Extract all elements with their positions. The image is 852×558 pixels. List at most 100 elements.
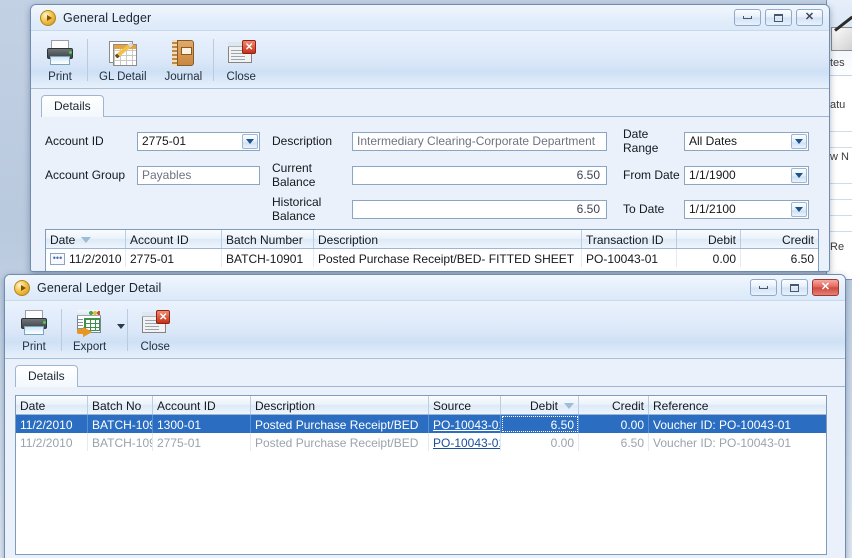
export-split-button[interactable]: Export <box>64 306 126 355</box>
cell-batch-no[interactable]: BATCH-109 <box>88 433 153 451</box>
general-ledger-window[interactable]: General Ledger ✕ Print GL Detail Journal… <box>30 4 830 272</box>
table-row[interactable]: 11/2/2010 BATCH-109 2775-01 Posted Purch… <box>16 433 826 451</box>
general-ledger-grid[interactable]: Date Account ID Batch Number Description… <box>45 229 819 271</box>
cell-date[interactable]: 11/2/2010 <box>16 415 88 433</box>
column-header-date[interactable]: Date <box>46 230 126 248</box>
general-ledger-detail-window[interactable]: General Ledger Detail ✕ Print Export ✕ C… <box>4 274 846 558</box>
general-ledger-titlebar[interactable]: General Ledger ✕ <box>31 5 829 31</box>
close-toolbar-button[interactable]: ✕ Close <box>216 36 266 85</box>
account-group-label: Account Group <box>45 168 126 182</box>
minimize-icon <box>743 16 752 19</box>
cell-description[interactable]: Posted Purchase Receipt/BED <box>251 433 429 451</box>
cell-account-id[interactable]: 2775-01 <box>153 433 251 451</box>
export-grid-icon <box>74 308 106 338</box>
chevron-down-icon[interactable] <box>791 133 807 149</box>
close-icon: ✕ <box>820 281 831 293</box>
historical-balance-field[interactable]: 6.50 <box>352 199 607 219</box>
column-header-credit[interactable]: Credit <box>579 396 649 414</box>
column-header-account-id[interactable]: Account ID <box>153 396 251 414</box>
cell-transaction-id[interactable]: PO-10043-01 <box>582 249 677 267</box>
column-header-date[interactable]: Date <box>16 396 88 414</box>
to-date-value: 1/1/2100 <box>689 202 736 216</box>
close-button[interactable]: ✕ <box>812 279 839 296</box>
source-link[interactable]: PO-10043-01 <box>433 436 500 450</box>
general-ledger-detail-caption-buttons[interactable]: ✕ <box>750 279 839 296</box>
table-row[interactable]: ••• 11/2/2010 2775-01 BATCH-10901 Posted… <box>46 249 818 267</box>
cell-credit[interactable]: 6.50 <box>741 249 818 267</box>
to-date-label: To Date <box>623 202 665 216</box>
cell-description[interactable]: Posted Purchase Receipt/BED <box>251 415 429 433</box>
print-button[interactable]: Print <box>9 306 59 355</box>
cell-reference[interactable]: Voucher ID: PO-10043-01 <box>649 415 826 433</box>
column-header-credit[interactable]: Credit <box>741 230 818 248</box>
cell-batch-number[interactable]: BATCH-10901 <box>222 249 314 267</box>
general-ledger-caption-buttons[interactable]: ✕ <box>734 9 823 26</box>
detail-grid-empty-area <box>16 451 826 554</box>
chevron-down-icon[interactable] <box>791 201 807 217</box>
print-button[interactable]: Print <box>35 36 85 85</box>
column-header-account-id[interactable]: Account ID <box>126 230 222 248</box>
cell-batch-no[interactable]: BATCH-109 <box>88 415 153 433</box>
current-balance-field[interactable]: 6.50 <box>352 165 607 185</box>
chevron-down-icon[interactable] <box>791 167 807 183</box>
tab-details[interactable]: Details <box>15 365 78 387</box>
window-close-icon: ✕ <box>225 38 257 68</box>
column-header-batch-number[interactable]: Batch Number <box>222 230 314 248</box>
gl-detail-button[interactable]: GL Detail <box>90 36 156 85</box>
maximize-button[interactable] <box>765 9 792 26</box>
tab-details[interactable]: Details <box>41 95 104 117</box>
general-ledger-detail-grid[interactable]: Date Batch No Account ID Description Sou… <box>15 395 827 555</box>
cell-date[interactable]: ••• 11/2/2010 <box>46 249 126 267</box>
column-header-reference[interactable]: Reference <box>649 396 826 414</box>
close-button[interactable]: ✕ <box>796 9 823 26</box>
cell-account-id[interactable]: 1300-01 <box>153 415 251 433</box>
column-header-source[interactable]: Source <box>429 396 501 414</box>
print-button-label: Print <box>22 341 46 353</box>
description-field[interactable]: Intermediary Clearing-Corporate Departme… <box>352 131 607 151</box>
cell-debit[interactable]: 0.00 <box>501 433 579 451</box>
account-group-field[interactable]: Payables <box>137 165 260 185</box>
chevron-down-icon[interactable] <box>117 324 126 329</box>
minimize-button[interactable] <box>734 9 761 26</box>
cell-debit[interactable]: 0.00 <box>677 249 741 267</box>
print-button-label: Print <box>48 71 72 83</box>
cell-account-id[interactable]: 2775-01 <box>126 249 222 267</box>
column-header-description[interactable]: Description <box>251 396 429 414</box>
background-label-notes: tes <box>830 57 845 69</box>
general-ledger-grid-header: Date Account ID Batch Number Description… <box>46 230 818 249</box>
general-ledger-detail-ribbon: Print Export ✕ Close <box>5 301 845 359</box>
ribbon-separator-2 <box>127 309 129 351</box>
export-button[interactable]: Export <box>64 306 115 355</box>
to-date-combo[interactable]: 1/1/2100 <box>684 199 809 219</box>
cell-credit[interactable]: 0.00 <box>579 415 649 433</box>
play-circle-icon <box>14 279 30 296</box>
column-header-debit[interactable]: Debit <box>501 396 579 414</box>
chevron-down-icon[interactable] <box>242 133 258 149</box>
column-header-transaction-id[interactable]: Transaction ID <box>582 230 677 248</box>
account-id-combo[interactable]: 2775-01 <box>137 131 260 151</box>
cell-reference[interactable]: Voucher ID: PO-10043-01 <box>649 433 826 451</box>
cell-date[interactable]: 11/2/2010 <box>16 433 88 451</box>
cell-source[interactable]: PO-10043-01 <box>429 415 501 433</box>
source-link[interactable]: PO-10043-01 <box>433 418 500 432</box>
general-ledger-detail-titlebar[interactable]: General Ledger Detail ✕ <box>5 275 845 301</box>
window-close-icon: ✕ <box>139 308 171 338</box>
close-toolbar-button[interactable]: ✕ Close <box>130 306 180 355</box>
column-header-description[interactable]: Description <box>314 230 582 248</box>
from-date-combo[interactable]: 1/1/1900 <box>684 165 809 185</box>
historical-balance-label: Historical Balance <box>272 195 322 223</box>
account-group-value: Payables <box>142 168 192 182</box>
cell-source[interactable]: PO-10043-01 <box>429 433 501 451</box>
printer-icon <box>18 308 50 338</box>
minimize-button[interactable] <box>750 279 777 296</box>
table-row[interactable]: 11/2/2010 BATCH-109 1300-01 Posted Purch… <box>16 415 826 433</box>
cell-description[interactable]: Posted Purchase Receipt/BED- FITTED SHEE… <box>314 249 582 267</box>
column-header-debit[interactable]: Debit <box>677 230 741 248</box>
ellipsis-icon[interactable]: ••• <box>50 252 65 265</box>
date-range-combo[interactable]: All Dates <box>684 131 809 151</box>
cell-debit[interactable]: 6.50 <box>501 415 579 433</box>
column-header-batch-no[interactable]: Batch No <box>88 396 153 414</box>
journal-button[interactable]: Journal <box>156 36 212 85</box>
cell-credit[interactable]: 6.50 <box>579 433 649 451</box>
maximize-button[interactable] <box>781 279 808 296</box>
